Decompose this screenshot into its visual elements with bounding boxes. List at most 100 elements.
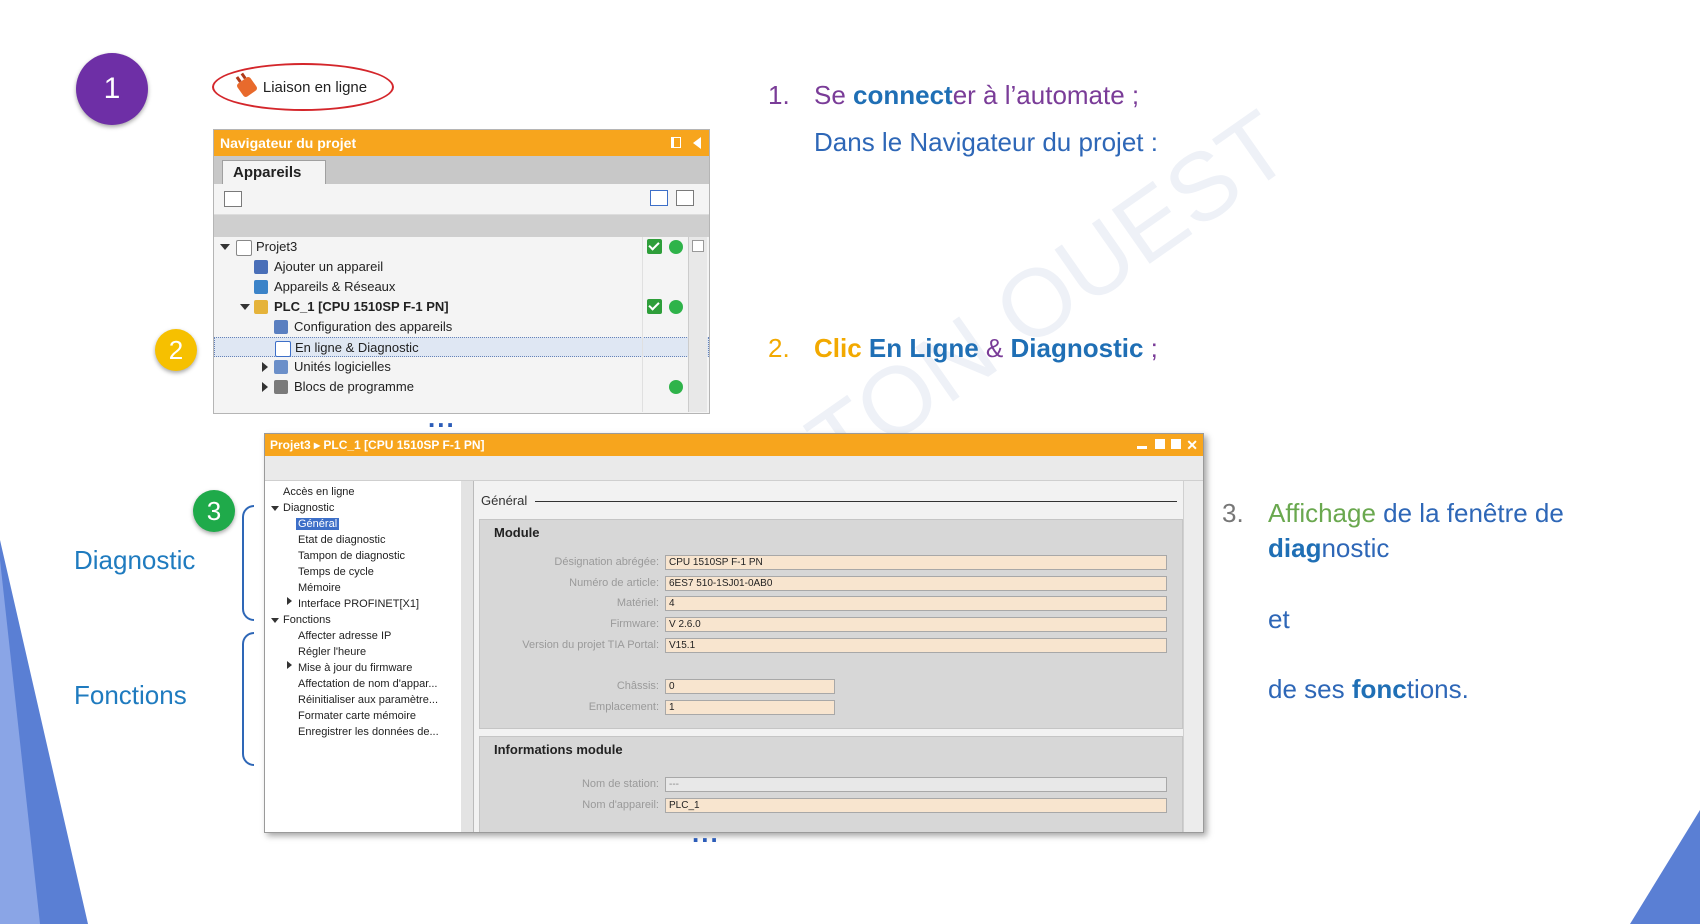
- functions-brace: [242, 632, 254, 766]
- field-label: Version du projet TIA Portal:: [522, 639, 659, 651]
- expand-right-icon[interactable]: [287, 661, 292, 669]
- nav-cycle-time[interactable]: Temps de cycle: [298, 566, 374, 578]
- restore-icon[interactable]: [1155, 439, 1165, 449]
- nav-memory[interactable]: Mémoire: [298, 582, 341, 594]
- expand-right-icon[interactable]: [262, 362, 268, 372]
- expand-icon[interactable]: [271, 618, 279, 623]
- functions-group-label: Fonctions: [74, 680, 187, 710]
- continuation-ellipsis: ...: [428, 403, 456, 433]
- status-ok-icon: [669, 380, 683, 394]
- nav-assign-device-name[interactable]: Affectation de nom d'appar...: [298, 678, 438, 690]
- step-3-line4: de ses fonctions.: [1268, 674, 1469, 704]
- expand-right-icon[interactable]: [262, 382, 268, 392]
- nav-assign-ip[interactable]: Affecter adresse IP: [298, 630, 391, 642]
- scroll-up-icon[interactable]: [692, 240, 704, 252]
- navigator-title: Navigateur du projet: [220, 135, 357, 151]
- field-label: Nom de station:: [581, 778, 659, 790]
- diagnostic-brace: [242, 505, 254, 621]
- nav-save-service-data[interactable]: Enregistrer les données de...: [298, 726, 439, 738]
- field-label: Désignation abrégée:: [554, 556, 659, 568]
- expand-right-icon[interactable]: [287, 597, 292, 605]
- expand-icon[interactable]: [240, 304, 250, 310]
- diagnostic-breadcrumb: Projet3 ▸ PLC_1 [CPU 1510SP F-1 PN]: [270, 438, 485, 452]
- navigator-scrollbar[interactable]: [688, 237, 707, 412]
- step-2-text: 2. Clic En Ligne & Diagnostic ;: [768, 333, 1158, 363]
- compare-ok-icon: [647, 239, 662, 254]
- panel-splitter[interactable]: [461, 481, 474, 832]
- step-marker-1: 1: [76, 53, 148, 125]
- go-online-button[interactable]: Liaison en ligne: [212, 63, 394, 111]
- collapse-left-icon[interactable]: [693, 137, 701, 149]
- tree-item-software-units[interactable]: Unités logicielles: [214, 357, 709, 377]
- navigator-title-bar: Navigateur du projet: [214, 130, 709, 156]
- diagnostic-nav-tree: Accès en ligne Diagnostic Général Etat d…: [265, 481, 462, 832]
- tree-item-program-blocks[interactable]: Blocs de programme: [214, 377, 709, 397]
- field-label: Châssis:: [616, 680, 659, 692]
- tree-item-online-diagnostic[interactable]: En ligne & Diagnostic: [214, 337, 709, 357]
- nav-functions[interactable]: Fonctions: [283, 614, 331, 626]
- plc-icon: [254, 300, 268, 314]
- field-label: Emplacement:: [588, 701, 659, 713]
- field-label: Matériel:: [616, 597, 659, 609]
- nav-online-access[interactable]: Accès en ligne: [283, 486, 355, 498]
- table-view-icon[interactable]: [676, 190, 694, 206]
- tree-item-projet3[interactable]: Projet3: [214, 237, 709, 257]
- article-number-field: 6ES7 510-1SJ01-0AB0: [665, 576, 1167, 591]
- navigator-toolbar: [214, 184, 709, 215]
- nav-set-time[interactable]: Régler l'heure: [298, 646, 366, 658]
- short-designation-field: CPU 1510SP F-1 PN: [665, 555, 1167, 570]
- device-name-field: PLC_1: [665, 798, 1167, 813]
- step-3-et: et: [1268, 604, 1290, 634]
- properties-icon[interactable]: [224, 191, 242, 207]
- nav-general[interactable]: Général: [296, 518, 340, 530]
- module-info-heading: Informations module: [494, 742, 623, 757]
- hardware-field: 4: [665, 596, 1167, 611]
- expand-icon[interactable]: [220, 244, 230, 250]
- nav-profinet-interface[interactable]: Interface PROFINET[X1]: [298, 598, 419, 610]
- field-label: Numéro de article:: [569, 577, 659, 589]
- tree-item-add-device[interactable]: Ajouter un appareil: [214, 257, 709, 277]
- station-name-field: ---: [665, 777, 1167, 792]
- status-ok-icon: [669, 300, 683, 314]
- overview-icon[interactable]: [650, 190, 668, 206]
- nav-reset-factory[interactable]: Réinitialiser aux paramètre...: [298, 694, 438, 706]
- maximize-icon[interactable]: [1171, 439, 1181, 449]
- tree-item-devices-networks[interactable]: Appareils & Réseaux: [214, 277, 709, 297]
- decor-triangle-left-light: [0, 560, 40, 924]
- tree-item-device-config[interactable]: Configuration des appareils: [214, 317, 709, 337]
- decor-triangle-right: [1630, 810, 1700, 924]
- online-diagnostic-icon: [275, 341, 291, 357]
- step-marker-3: 3: [193, 490, 235, 532]
- step-1-text: 1. Se connecter à l’automate ;: [768, 80, 1140, 110]
- program-blocks-icon: [274, 380, 288, 394]
- diagnostic-title-bar: Projet3 ▸ PLC_1 [CPU 1510SP F-1 PN] ✕: [265, 434, 1203, 456]
- field-label: Firmware:: [610, 618, 659, 630]
- software-units-icon: [274, 360, 288, 374]
- project-icon: [236, 240, 252, 256]
- step-marker-2: 2: [155, 329, 197, 371]
- minimize-icon[interactable]: [1137, 446, 1147, 449]
- pin-icon[interactable]: [671, 137, 681, 148]
- status-ok-icon: [669, 240, 683, 254]
- field-label: Nom d'appareil:: [582, 799, 659, 811]
- tia-version-field: V15.1: [665, 638, 1167, 653]
- nav-format-memory-card[interactable]: Formater carte mémoire: [298, 710, 416, 722]
- firmware-field: V 2.6.0: [665, 617, 1167, 632]
- slot-field: 1: [665, 700, 835, 715]
- general-heading: Général: [481, 493, 528, 508]
- close-icon[interactable]: ✕: [1186, 434, 1198, 456]
- step-3-text: 3. Affichage de la fenêtre de: [1222, 498, 1564, 528]
- nav-firmware-update[interactable]: Mise à jour du firmware: [298, 662, 412, 674]
- network-icon: [254, 280, 268, 294]
- nav-diagnostic[interactable]: Diagnostic: [283, 502, 334, 514]
- project-tree: Projet3 Ajouter un appareil Appareils & …: [214, 237, 709, 397]
- nav-diagnostic-status[interactable]: Etat de diagnostic: [298, 534, 385, 546]
- nav-diagnostic-buffer[interactable]: Tampon de diagnostic: [298, 550, 405, 562]
- add-device-icon: [254, 260, 268, 274]
- online-diagnostic-window: Projet3 ▸ PLC_1 [CPU 1510SP F-1 PN] ✕ Ac…: [264, 433, 1204, 833]
- tree-item-plc1[interactable]: PLC_1 [CPU 1510SP F-1 PN]: [214, 297, 709, 317]
- expand-icon[interactable]: [271, 506, 279, 511]
- navigator-tabs: Appareils: [214, 156, 709, 184]
- tab-appareils[interactable]: Appareils: [222, 160, 326, 184]
- diagnostic-scrollbar[interactable]: [1183, 481, 1203, 832]
